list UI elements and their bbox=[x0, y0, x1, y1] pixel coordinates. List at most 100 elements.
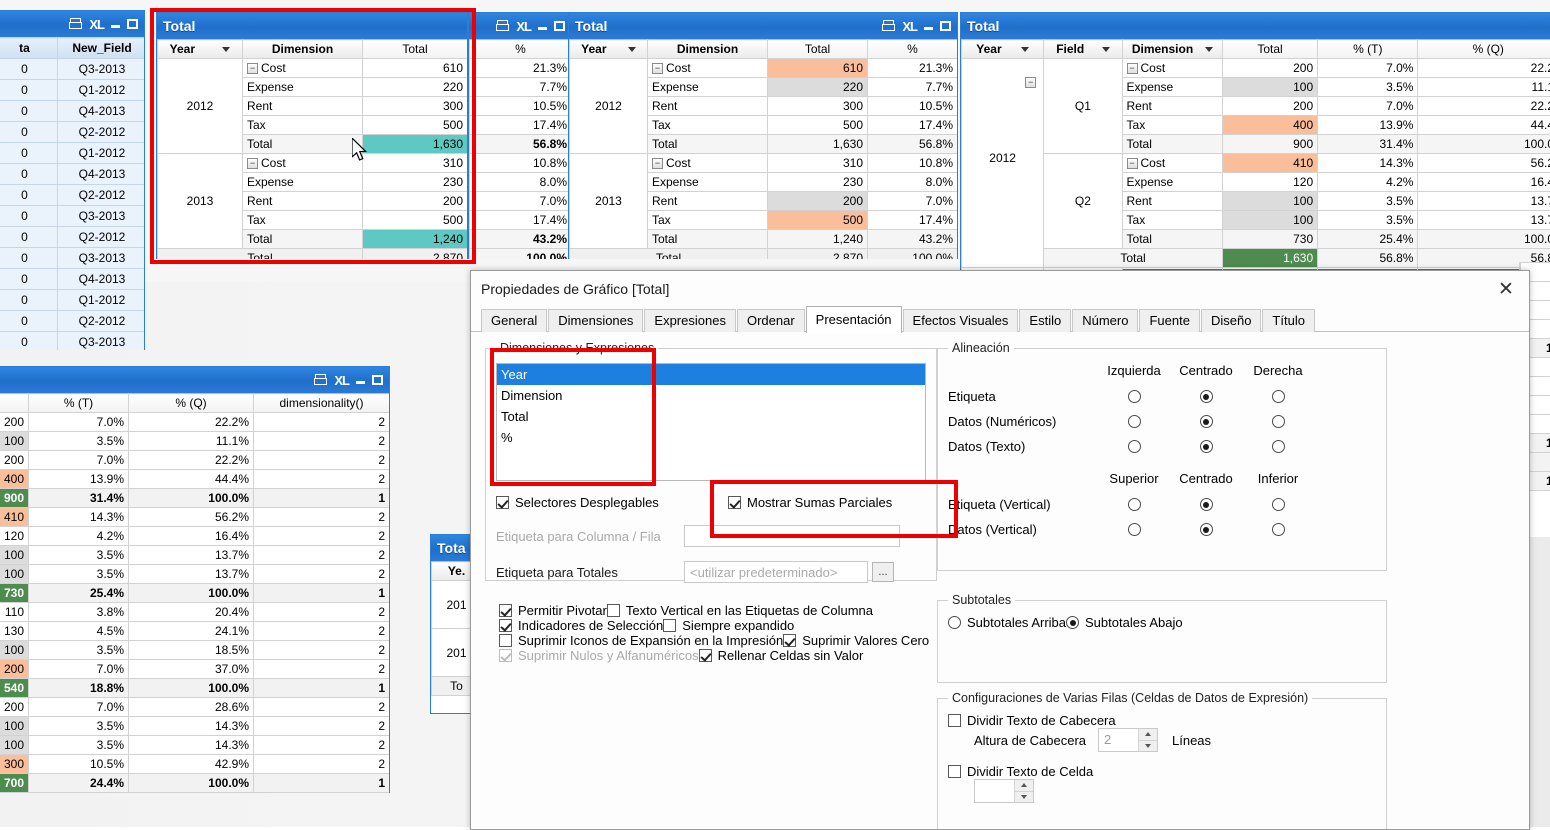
pivot2-year-cell[interactable]: 2013 bbox=[570, 154, 648, 249]
listbox-cell-ta[interactable]: 0 bbox=[0, 332, 58, 351]
stepper-up-icon[interactable] bbox=[1139, 729, 1157, 741]
listbox-row[interactable]: 0Q1-2012 bbox=[0, 290, 144, 311]
radio-button[interactable] bbox=[1066, 616, 1079, 629]
listbox-row[interactable]: 0Q2-2012 bbox=[0, 227, 144, 248]
alignment-radio-horizontal[interactable] bbox=[1170, 434, 1242, 459]
checkbox-suprimir-iconos-de-expansión-en-la-impresión[interactable]: Suprimir Iconos de Expansión en la Impre… bbox=[499, 633, 783, 648]
stepper-value[interactable]: 2 bbox=[1099, 729, 1138, 751]
checkbox-permitir-pivotar[interactable]: Permitir Pivotar bbox=[499, 603, 607, 618]
pivot1-dimension-cell[interactable]: Rent bbox=[243, 192, 363, 211]
bottom-strip-pct-q-cell[interactable]: 37.0% bbox=[129, 660, 254, 679]
bottom-strip-dimensionality-cell[interactable]: 1 bbox=[254, 774, 390, 793]
listbox-row[interactable]: 0Q3-2013 bbox=[0, 59, 144, 80]
bottom-strip-pct-q-cell[interactable]: 13.7% bbox=[129, 546, 254, 565]
bottom-strip-dimensionality-cell[interactable]: 2 bbox=[254, 413, 390, 432]
listbox-cell-ta[interactable]: 0 bbox=[0, 80, 58, 101]
pivot1-dimension-cell[interactable]: Expense bbox=[243, 173, 363, 192]
bottom-strip-dimensionality-cell[interactable]: 1 bbox=[254, 679, 390, 698]
chevron-down-icon[interactable] bbox=[628, 47, 636, 52]
pivot3-subtotal-pct-q[interactable]: 100.0 bbox=[1418, 135, 1550, 154]
bottom-strip-row[interactable]: 41014.3%56.2%2 bbox=[0, 508, 389, 527]
bottom-strip-row[interactable]: 2007.0%28.6%2 bbox=[0, 698, 389, 717]
pivot1-total-cell[interactable]: 310 bbox=[363, 154, 468, 173]
tab-efectos-visuales[interactable]: Efectos Visuales bbox=[903, 309, 1019, 332]
bottom-strip-total-cell[interactable]: 410 bbox=[0, 508, 29, 527]
pivot3-pct-q-cell[interactable]: 22.2 bbox=[1418, 59, 1550, 78]
pct-strip-window[interactable]: XL % 21.3%7.7%10.5%17.4%56.8%10.8%8.0%7.… bbox=[468, 12, 572, 259]
bottom-strip-total-cell[interactable]: 100 bbox=[0, 546, 29, 565]
bottom-strip-row[interactable]: 90031.4%100.0%1 bbox=[0, 489, 389, 508]
pivot3-total-cell[interactable]: 200 bbox=[1222, 97, 1317, 116]
bottom-strip-dimensionality-cell[interactable]: 1 bbox=[254, 584, 390, 603]
alignment-radio-vertical[interactable] bbox=[1098, 492, 1170, 517]
bottom-strip-pct-t-cell[interactable]: 7.0% bbox=[29, 660, 129, 679]
pivot1-dimension-cell[interactable]: Expense bbox=[243, 78, 363, 97]
bottom-strip-dimensionality-cell[interactable]: 2 bbox=[254, 451, 390, 470]
alignment-radio-horizontal[interactable] bbox=[1098, 409, 1170, 434]
pivot3-header-field[interactable]: Field bbox=[1044, 40, 1122, 59]
bottom-strip-pct-q-cell[interactable]: 42.9% bbox=[129, 755, 254, 774]
alignment-radio-vertical[interactable] bbox=[1098, 517, 1170, 542]
radio-button[interactable] bbox=[1128, 415, 1141, 428]
collapse-icon[interactable]: − bbox=[652, 63, 663, 74]
bottom-strip-pct-t-cell[interactable]: 7.0% bbox=[29, 698, 129, 717]
bottom-strip-dimensionality-cell[interactable]: 2 bbox=[254, 755, 390, 774]
bottom-strip-pct-t-cell[interactable]: 14.3% bbox=[29, 508, 129, 527]
pivot2-total-cell[interactable]: 230 bbox=[768, 173, 868, 192]
listbox-row[interactable]: 0Q3-2013 bbox=[0, 248, 144, 269]
checkbox-box[interactable] bbox=[948, 765, 961, 778]
alignment-radio-vertical[interactable] bbox=[1242, 492, 1314, 517]
pivot1-total-cell[interactable]: 200 bbox=[363, 192, 468, 211]
pivot3-row[interactable]: −2012Q1−Cost2007.0%22.2 bbox=[962, 59, 1550, 78]
listbox-cell-newfield[interactable]: Q4-2013 bbox=[58, 269, 145, 290]
pivot2-total-cell[interactable]: 300 bbox=[768, 97, 868, 116]
pivot3-pct-t-cell[interactable]: 7.0% bbox=[1318, 59, 1418, 78]
bottom-strip-pct-t-cell[interactable]: 24.4% bbox=[29, 774, 129, 793]
pivot2-pct-cell[interactable]: 10.8% bbox=[868, 154, 958, 173]
print-icon[interactable] bbox=[882, 20, 895, 32]
listbox-row[interactable]: 0Q2-2012 bbox=[0, 122, 144, 143]
pivot2-total-cell[interactable]: 610 bbox=[768, 59, 868, 78]
checkbox-indicadores-de-selección[interactable]: Indicadores de Selección bbox=[499, 618, 663, 633]
pivot2-pct-cell[interactable]: 7.0% bbox=[868, 192, 958, 211]
pivot1-dimension-cell[interactable]: −Cost bbox=[243, 154, 363, 173]
alignment-radio-horizontal[interactable] bbox=[1098, 384, 1170, 409]
bottom-strip-dimensionality-cell[interactable]: 2 bbox=[254, 736, 390, 755]
pivot3-dimension-cell[interactable]: Tax bbox=[1122, 211, 1222, 230]
bottom-strip-dimensionality-cell[interactable]: 1 bbox=[254, 489, 390, 508]
listbox-cell-ta[interactable]: 0 bbox=[0, 290, 58, 311]
tab-dimensiones[interactable]: Dimensiones bbox=[548, 309, 643, 332]
xl-export-icon[interactable]: XL bbox=[334, 374, 349, 387]
pivot2-window[interactable]: Total XL Year Dimension Total % 2012−Cos… bbox=[568, 12, 958, 259]
bottom-strip-header-pct-t[interactable]: % (T) bbox=[29, 394, 129, 413]
listbox-cell-newfield[interactable]: Q1-2012 bbox=[58, 143, 145, 164]
bottom-strip-pct-q-cell[interactable]: 14.3% bbox=[129, 736, 254, 755]
bottom-strip-dimensionality-cell[interactable]: 2 bbox=[254, 546, 390, 565]
bottom-strip-pct-t-cell[interactable]: 3.8% bbox=[29, 603, 129, 622]
xl-export-icon[interactable]: XL bbox=[89, 18, 104, 31]
pivot1-window[interactable]: Total Year Dimension Total 2012−Cost610E… bbox=[156, 12, 468, 259]
stepper-down-icon[interactable] bbox=[1139, 741, 1157, 752]
bottom-strip-pct-t-cell[interactable]: 7.0% bbox=[29, 451, 129, 470]
pivot3-pct-t-cell[interactable]: 7.0% bbox=[1318, 97, 1418, 116]
pivot3-field-cell[interactable]: Q2 bbox=[1044, 154, 1122, 249]
pivot2-pct-cell[interactable]: 17.4% bbox=[868, 211, 958, 230]
bottom-strip-pct-t-cell[interactable]: 3.5% bbox=[29, 717, 129, 736]
pivot2-year-cell[interactable]: 2012 bbox=[570, 59, 648, 154]
xl-export-icon[interactable]: XL bbox=[902, 20, 917, 33]
pivot2-header-pct[interactable]: % bbox=[868, 40, 958, 59]
tab-fuente[interactable]: Fuente bbox=[1139, 309, 1199, 332]
bottom-strip-row[interactable]: 2,870100.0%100.0%0 bbox=[0, 793, 389, 794]
pivot2-dimension-cell[interactable]: Tax bbox=[648, 211, 768, 230]
bottom-strip-total-cell[interactable]: 100 bbox=[0, 641, 29, 660]
bottom-strip-row[interactable]: 2007.0%37.0%2 bbox=[0, 660, 389, 679]
pivot1-total-cell[interactable]: 300 bbox=[363, 97, 468, 116]
pivot2-total-cell[interactable]: 200 bbox=[768, 192, 868, 211]
pivot3-year-total-pct-t[interactable]: 56.8% bbox=[1318, 249, 1418, 268]
listbox-cell-ta[interactable]: 0 bbox=[0, 59, 58, 80]
bottom-strip-row[interactable]: 1003.5%11.1%2 bbox=[0, 432, 389, 451]
radio-subtotales-abajo[interactable]: Subtotales Abajo bbox=[1066, 615, 1183, 630]
pivot1-year-cell[interactable]: 2012 bbox=[158, 59, 243, 154]
pivot3-dimension-cell[interactable]: −Cost bbox=[1122, 154, 1222, 173]
collapse-icon[interactable]: − bbox=[247, 63, 258, 74]
